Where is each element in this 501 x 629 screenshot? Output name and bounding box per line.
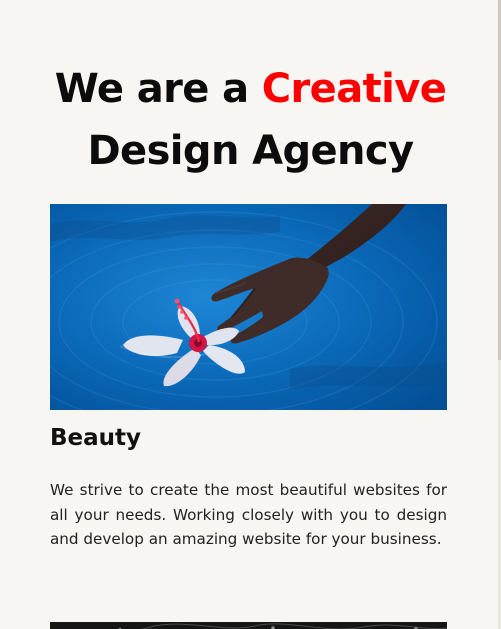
next-section-photo-preview	[50, 622, 447, 629]
section-title: Beauty	[50, 425, 142, 451]
hero-title-accent: Creative	[261, 66, 447, 112]
hero-title-prefix: We are a	[54, 66, 262, 112]
hero-title: We are a Creative Design Agency	[0, 58, 501, 182]
next-section-image	[50, 622, 447, 629]
hero-image	[50, 204, 447, 410]
water-hand-flower-illustration	[50, 204, 447, 410]
hero-title-line2: Design Agency	[87, 128, 414, 174]
section-description: We strive to create the most beautiful w…	[50, 481, 447, 549]
page: We are a Creative Design Agency Beauty W…	[0, 0, 501, 629]
